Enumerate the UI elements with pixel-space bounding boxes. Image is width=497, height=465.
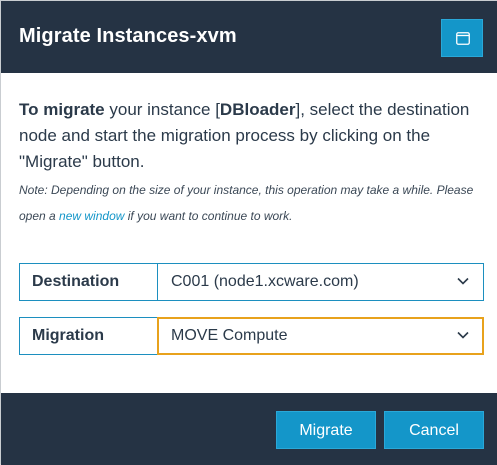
migrate-button[interactable]: Migrate <box>276 411 376 449</box>
migration-row: Migration MOVE Compute <box>19 317 484 355</box>
destination-label: Destination <box>19 263 158 301</box>
dialog-footer: Migrate Cancel <box>1 393 497 465</box>
migration-label: Migration <box>19 317 158 355</box>
dialog-title: Migrate Instances-xvm <box>19 25 237 47</box>
dialog-header: Migrate Instances-xvm <box>1 1 497 73</box>
note-text-after: if you want to continue to work. <box>124 209 293 223</box>
chevron-down-icon <box>457 331 469 339</box>
chevron-down-icon <box>457 277 469 285</box>
maximize-button[interactable] <box>441 19 483 57</box>
intro-text: To migrate your instance [DBloader], sel… <box>19 97 484 175</box>
destination-select[interactable]: C001 (node1.xcware.com) <box>157 263 484 301</box>
migration-select[interactable]: MOVE Compute <box>157 317 484 355</box>
cancel-button[interactable]: Cancel <box>384 411 484 449</box>
intro-text-1: your instance [ <box>104 100 220 119</box>
new-window-link[interactable]: new window <box>59 209 124 223</box>
intro-bold: To migrate <box>19 100 105 119</box>
destination-value: C001 (node1.xcware.com) <box>171 273 359 290</box>
destination-row: Destination C001 (node1.xcware.com) <box>19 263 484 301</box>
note-text: Note: Depending on the size of your inst… <box>19 177 489 229</box>
instance-name: DBloader <box>219 100 296 119</box>
migration-value: MOVE Compute <box>171 327 288 344</box>
migrate-dialog: Migrate Instances-xvm To migrate your in… <box>0 0 497 465</box>
dialog-body: To migrate your instance [DBloader], sel… <box>1 73 497 393</box>
window-maximize-icon <box>456 32 470 45</box>
